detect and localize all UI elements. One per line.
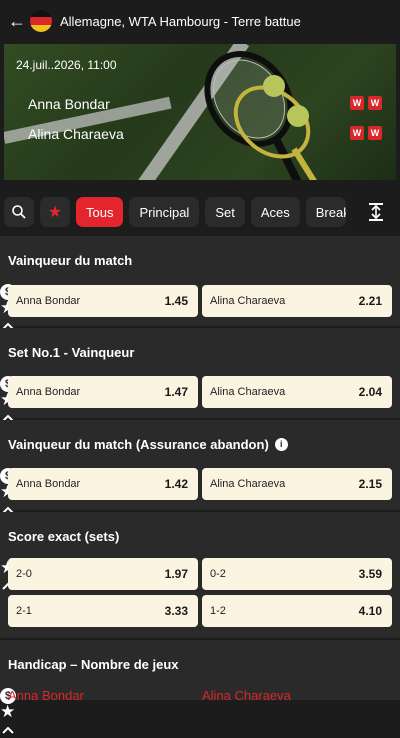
- search-button[interactable]: [4, 197, 34, 227]
- tab-aces[interactable]: Aces: [250, 197, 300, 227]
- event-banner: 24.juil..2026, 11:00 Anna Bondar Alina C…: [4, 44, 396, 180]
- top-bar: ← Allemagne, WTA Hambourg - Terre battue: [0, 0, 400, 42]
- favorite-star-icon[interactable]: ★: [0, 702, 15, 721]
- form-badge: W: [368, 126, 382, 140]
- outcome-label: Alina Charaeva: [210, 386, 286, 398]
- market-exact-score-sets: Score exact (sets) ★ 2-0 1.97 0-2 3.59 2…: [0, 512, 400, 638]
- form-badge: W: [350, 126, 364, 140]
- odds-value: 1.45: [164, 294, 188, 308]
- chevron-up-icon[interactable]: [0, 722, 16, 738]
- search-icon: [12, 205, 26, 219]
- form-badge: W: [368, 96, 382, 110]
- odds-button[interactable]: Anna Bondar 1.45: [8, 285, 198, 317]
- market-title: Vainqueur du match (Assurance abandon): [8, 436, 269, 452]
- event-title: Allemagne, WTA Hambourg - Terre battue: [60, 13, 301, 29]
- odds-value: 1.42: [164, 477, 188, 491]
- handicap-player-1-label: Anna Bondar: [8, 688, 84, 703]
- event-datetime: 24.juil..2026, 11:00: [16, 58, 117, 72]
- favorites-filter-button[interactable]: ★: [40, 197, 70, 227]
- market-filter-bar: ★ Tous Principal Set Aces Break: [0, 192, 400, 232]
- odds-button[interactable]: Alina Charaeva 2.04: [202, 376, 392, 408]
- outcome-label: 0-2: [210, 568, 226, 580]
- odds-button[interactable]: 2-0 1.97: [8, 558, 198, 590]
- odds-value: 1.47: [164, 385, 188, 399]
- market-header[interactable]: Handicap – Nombre de jeux: [0, 640, 400, 688]
- market-match-winner: Vainqueur du match $ ★ Anna Bondar 1.45 …: [0, 236, 400, 330]
- outcome-label: 2-0: [16, 568, 32, 580]
- odds-button[interactable]: 1-2 4.10: [202, 595, 392, 627]
- outcome-label: Anna Bondar: [16, 386, 81, 398]
- odds-value: 2.15: [358, 477, 382, 491]
- market-title: Score exact (sets): [8, 528, 120, 544]
- tab-all[interactable]: Tous: [76, 197, 124, 227]
- market-header[interactable]: Vainqueur du match: [0, 236, 400, 284]
- odds-button[interactable]: 2-1 3.33: [8, 595, 198, 627]
- odds-button[interactable]: Alina Charaeva 2.21: [202, 285, 392, 317]
- tab-main[interactable]: Principal: [129, 197, 200, 227]
- outcome-label: Alina Charaeva: [210, 478, 286, 490]
- outcome-label: 2-1: [16, 605, 32, 617]
- odds-button[interactable]: Alina Charaeva 2.15: [202, 468, 392, 500]
- info-icon[interactable]: i: [274, 437, 288, 451]
- collapse-all-button[interactable]: [356, 192, 396, 232]
- germany-flag-icon: [30, 10, 52, 32]
- odds-value: 4.10: [358, 604, 382, 618]
- market-set1-winner: Set No.1 - Vainqueur $ ★ Anna Bondar 1.4…: [0, 328, 400, 422]
- market-title: Set No.1 - Vainqueur: [8, 344, 135, 360]
- odds-value: 2.21: [358, 294, 382, 308]
- odds-value: 1.97: [164, 567, 188, 581]
- outcome-label: Anna Bondar: [16, 295, 81, 307]
- odds-button[interactable]: Anna Bondar 1.47: [8, 376, 198, 408]
- market-header[interactable]: Set No.1 - Vainqueur: [0, 328, 400, 376]
- outcome-label: Anna Bondar: [16, 478, 81, 490]
- handicap-player-2-label: Alina Charaeva: [202, 688, 291, 703]
- market-match-winner-retirement: Vainqueur du match (Assurance abandon) i…: [0, 420, 400, 514]
- odds-button[interactable]: Anna Bondar 1.42: [8, 468, 198, 500]
- odds-button[interactable]: 0-2 3.59: [202, 558, 392, 590]
- player-1-name: Anna Bondar: [28, 96, 110, 112]
- odds-value: 3.33: [164, 604, 188, 618]
- odds-value: 3.59: [358, 567, 382, 581]
- outcome-label: 1-2: [210, 605, 226, 617]
- odds-value: 2.04: [358, 385, 382, 399]
- market-header[interactable]: Vainqueur du match (Assurance abandon) i: [0, 420, 400, 468]
- player-2-name: Alina Charaeva: [28, 126, 124, 142]
- back-arrow-icon[interactable]: ←: [4, 11, 30, 32]
- collapse-all-icon: [369, 203, 383, 221]
- tab-set[interactable]: Set: [205, 197, 245, 227]
- star-icon: ★: [47, 204, 63, 221]
- outcome-label: Alina Charaeva: [210, 295, 286, 307]
- tab-break[interactable]: Break: [305, 197, 346, 227]
- form-badge: W: [350, 96, 364, 110]
- market-title: Vainqueur du match: [8, 252, 133, 268]
- market-title: Handicap – Nombre de jeux: [8, 656, 179, 672]
- market-header[interactable]: Score exact (sets): [0, 512, 400, 560]
